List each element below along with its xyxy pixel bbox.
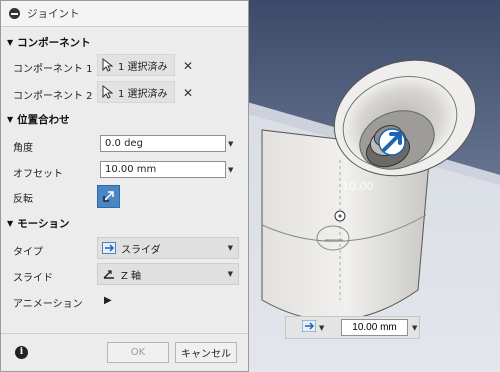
type-label: タイプ xyxy=(13,247,43,258)
section-alignment-header[interactable]: ▼ 位置合わせ xyxy=(7,112,70,127)
component2-label: コンポーネント 2 xyxy=(13,91,93,102)
joint-dialog: ジョイント ▼ コンポーネント コンポーネント 1 1 選択済み ✕ コンポーネ… xyxy=(0,0,249,372)
chevron-down-icon[interactable]: ▼ xyxy=(228,166,233,174)
collapse-icon[interactable] xyxy=(9,8,20,19)
dialog-title: ジョイント xyxy=(27,8,80,20)
expand-triangle-icon: ▼ xyxy=(7,219,14,228)
angle-input[interactable] xyxy=(100,135,226,152)
component1-clear-icon[interactable]: ✕ xyxy=(183,59,193,73)
expand-triangle-icon: ▼ xyxy=(7,115,14,124)
component2-select-button[interactable]: 1 選択済み xyxy=(97,81,175,103)
cancel-button[interactable]: キャンセル xyxy=(175,342,237,363)
section-alignment-label: 位置合わせ xyxy=(17,114,70,126)
offset-mini-toolbar: ▼ ▼ xyxy=(285,316,420,339)
expand-triangle-icon: ▼ xyxy=(7,38,14,47)
dialog-titlebar[interactable]: ジョイント xyxy=(1,1,248,27)
section-component-header[interactable]: ▼ コンポーネント xyxy=(7,35,91,50)
flip-label: 反転 xyxy=(13,194,33,205)
ok-button[interactable]: OK xyxy=(107,342,169,363)
angle-label: 角度 xyxy=(13,143,33,154)
offset-dimension-label: 10.00 xyxy=(342,180,374,193)
component2-value: 1 選択済み xyxy=(118,88,168,100)
viewport-offset-input[interactable] xyxy=(341,319,408,336)
section-motion-label: モーション xyxy=(17,218,70,230)
animation-label: アニメーション xyxy=(13,299,83,310)
component1-select-button[interactable]: 1 選択済み xyxy=(97,54,175,76)
section-motion-header[interactable]: ▼ モーション xyxy=(7,216,69,231)
offset-label: オフセット xyxy=(13,169,63,180)
flip-button[interactable] xyxy=(97,185,120,208)
z-axis-icon xyxy=(103,270,114,279)
slide-label: スライド xyxy=(13,273,53,284)
slider-joint-icon[interactable] xyxy=(301,319,317,335)
component1-label: コンポーネント 1 xyxy=(13,64,93,75)
chevron-down-icon[interactable]: ▼ xyxy=(319,324,324,332)
slide-axis-dropdown[interactable]: Z 軸 ▼ xyxy=(97,263,239,285)
component2-clear-icon[interactable]: ✕ xyxy=(183,86,193,100)
info-icon[interactable]: i xyxy=(15,346,28,359)
chevron-down-icon[interactable]: ▼ xyxy=(228,140,233,148)
play-icon[interactable]: ▶ xyxy=(104,295,112,306)
section-component-label: コンポーネント xyxy=(17,37,91,49)
type-dropdown[interactable]: スライダ ▼ xyxy=(97,237,239,259)
slide-value: Z 軸 xyxy=(121,270,142,282)
chevron-down-icon: ▼ xyxy=(227,244,233,252)
offset-input[interactable] xyxy=(100,161,226,178)
chevron-down-icon[interactable]: ▼ xyxy=(412,324,417,332)
type-value: スライダ xyxy=(121,244,161,256)
footer-divider xyxy=(1,333,248,334)
flip-arrows-icon xyxy=(103,191,114,202)
chevron-down-icon: ▼ xyxy=(227,270,233,278)
cursor-arrow-icon xyxy=(102,85,113,99)
cursor-arrow-icon xyxy=(102,58,113,72)
component1-value: 1 選択済み xyxy=(118,61,168,73)
slider-joint-icon xyxy=(102,242,116,254)
